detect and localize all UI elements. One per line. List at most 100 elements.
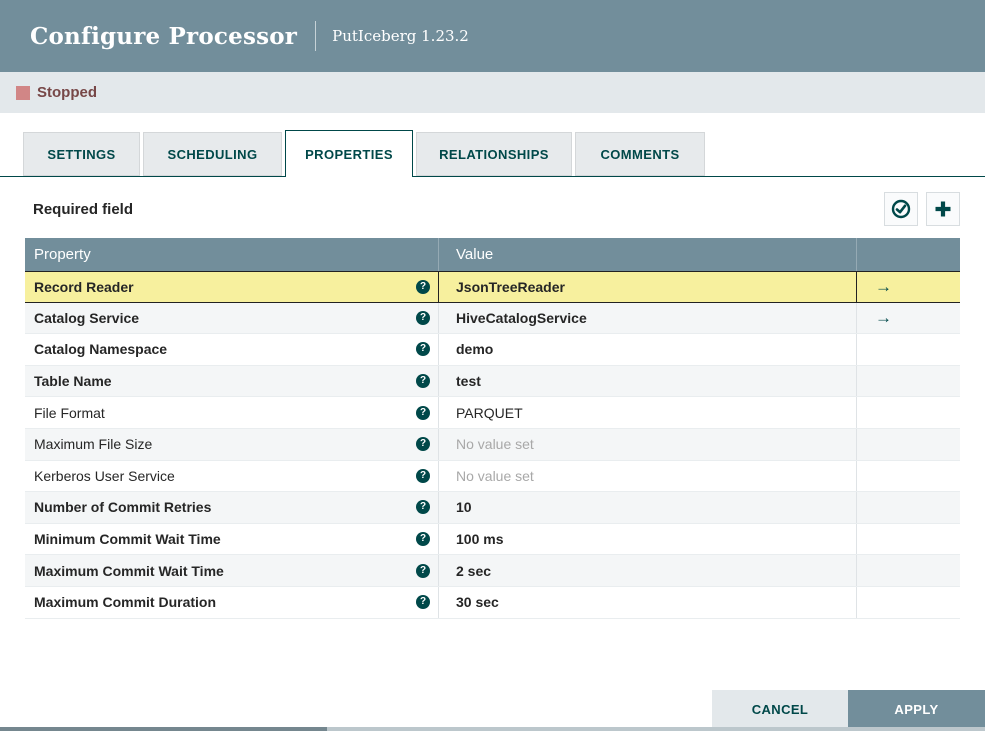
question-mark-icon[interactable]: ? [416, 437, 430, 452]
property-value-cell[interactable]: demo [438, 334, 856, 365]
column-header-actions [856, 238, 960, 271]
property-value-cell[interactable]: 30 sec [438, 586, 856, 618]
property-name-cell: Kerberos User Service? [25, 461, 438, 492]
property-name: Table Name [34, 373, 112, 390]
tab-scheduling[interactable]: SCHEDULING [143, 132, 282, 176]
tab-relationships[interactable]: RELATIONSHIPS [416, 132, 572, 176]
verify-properties-button[interactable] [884, 192, 918, 226]
property-value: 10 [456, 499, 472, 516]
property-value-cell[interactable]: test [438, 365, 856, 397]
property-name: Kerberos User Service [34, 467, 175, 484]
property-value-cell[interactable]: 100 ms [438, 523, 856, 555]
property-name-cell: Minimum Commit Wait Time? [25, 524, 438, 555]
goto-service-arrow-icon[interactable]: → [875, 309, 892, 326]
row-actions-cell: → [856, 272, 960, 302]
property-name: Catalog Namespace [34, 341, 168, 358]
property-row[interactable]: Minimum Commit Wait Time? 100 ms [25, 523, 960, 556]
question-mark-icon[interactable]: ? [416, 405, 430, 420]
property-name-cell: Maximum Commit Duration? [25, 587, 438, 618]
property-row[interactable]: Kerberos User Service? No value set [25, 460, 960, 493]
processor-name-version: PutIceberg 1.23.2 [332, 27, 469, 45]
property-value: 30 sec [456, 594, 499, 611]
horizontal-scrollbar[interactable] [0, 727, 985, 731]
property-value-cell[interactable]: 10 [438, 492, 856, 523]
row-actions-cell [856, 492, 960, 523]
table-header-row: Property Value [25, 238, 960, 271]
row-actions-cell [856, 397, 960, 428]
property-name: File Format [34, 404, 105, 421]
tab-comments[interactable]: COMMENTS [575, 132, 705, 176]
question-mark-icon[interactable]: ? [416, 595, 430, 610]
column-header-value: Value [438, 238, 856, 271]
property-name-cell: Catalog Namespace? [25, 334, 438, 365]
property-name-cell: Maximum File Size? [25, 429, 438, 460]
question-mark-icon[interactable]: ? [416, 500, 430, 515]
property-row[interactable]: Table Name? test [25, 365, 960, 398]
question-mark-icon[interactable]: ? [416, 468, 430, 483]
question-mark-icon[interactable]: ? [416, 279, 430, 294]
property-row[interactable]: Catalog Service? HiveCatalogService → [25, 302, 960, 335]
property-name-cell: Table Name? [25, 366, 438, 397]
row-actions-cell [856, 365, 960, 397]
question-mark-icon[interactable]: ? [416, 374, 430, 389]
property-name-cell: Number of Commit Retries? [25, 492, 438, 523]
question-mark-icon[interactable]: ? [416, 532, 430, 547]
properties-toolbar: Required field [25, 192, 960, 226]
add-property-button[interactable] [926, 192, 960, 226]
property-row[interactable]: Maximum Commit Duration? 30 sec [25, 586, 960, 619]
table-body: Record Reader? JsonTreeReader → Catalog Ser… [25, 271, 960, 619]
question-mark-icon[interactable]: ? [416, 563, 430, 578]
property-row[interactable]: Maximum Commit Wait Time? 2 sec [25, 555, 960, 587]
tab-bar: SETTINGS SCHEDULING PROPERTIES RELATIONSHIP… [0, 130, 985, 177]
property-value: HiveCatalogService [456, 309, 587, 326]
stopped-status-label: Stopped [37, 84, 97, 101]
property-row[interactable]: Record Reader? JsonTreeReader → [25, 271, 960, 303]
property-value-cell[interactable]: 2 sec [438, 555, 856, 586]
property-name: Maximum Commit Wait Time [34, 562, 224, 579]
property-row[interactable]: File Format? PARQUET [25, 397, 960, 429]
check-circle-icon [890, 198, 912, 220]
row-actions-cell [856, 586, 960, 618]
property-value-cell[interactable]: JsonTreeReader [438, 272, 856, 302]
properties-table: Property Value Record Reader? JsonTreeRea… [25, 238, 960, 619]
property-value: No value set [456, 436, 534, 453]
property-name-cell: Catalog Service? [25, 303, 438, 334]
row-actions-cell [856, 460, 960, 492]
goto-service-arrow-icon[interactable]: → [875, 278, 892, 295]
property-row[interactable]: Maximum File Size? No value set [25, 428, 960, 461]
property-row[interactable]: Number of Commit Retries? 10 [25, 492, 960, 524]
property-row[interactable]: Catalog Namespace? demo [25, 334, 960, 366]
tab-properties[interactable]: PROPERTIES [285, 130, 413, 177]
property-value-cell[interactable]: HiveCatalogService [438, 302, 856, 334]
apply-button[interactable]: APPLY [848, 690, 985, 728]
dialog-title: Configure Processor [30, 22, 298, 50]
property-name: Record Reader [34, 278, 134, 295]
property-name: Maximum File Size [34, 436, 153, 453]
property-name-cell: File Format? [25, 397, 438, 428]
property-value-cell[interactable]: PARQUET [438, 397, 856, 428]
property-value: 2 sec [456, 562, 492, 579]
cancel-button[interactable]: CANCEL [712, 690, 848, 728]
title-divider [315, 21, 317, 51]
property-name: Number of Commit Retries [34, 499, 212, 516]
property-value: JsonTreeReader [456, 278, 565, 295]
property-value: No value set [456, 467, 534, 484]
stopped-status-icon [16, 85, 30, 100]
tab-settings[interactable]: SETTINGS [23, 132, 140, 176]
plus-icon [933, 199, 953, 219]
property-name: Maximum Commit Duration [34, 594, 217, 611]
property-value: demo [456, 341, 494, 358]
property-name: Catalog Service [34, 309, 140, 326]
property-name: Minimum Commit Wait Time [34, 531, 221, 548]
property-value-cell[interactable]: No value set [438, 460, 856, 492]
row-actions-cell [856, 555, 960, 586]
row-actions-cell [856, 523, 960, 555]
row-actions-cell [856, 334, 960, 365]
scrollbar-thumb[interactable] [0, 727, 327, 731]
property-value-cell[interactable]: No value set [438, 428, 856, 460]
column-header-property: Property [34, 246, 91, 263]
row-actions-cell: → [856, 302, 960, 334]
question-mark-icon[interactable]: ? [416, 342, 430, 357]
required-field-note: Required field [33, 200, 134, 218]
question-mark-icon[interactable]: ? [416, 310, 430, 325]
